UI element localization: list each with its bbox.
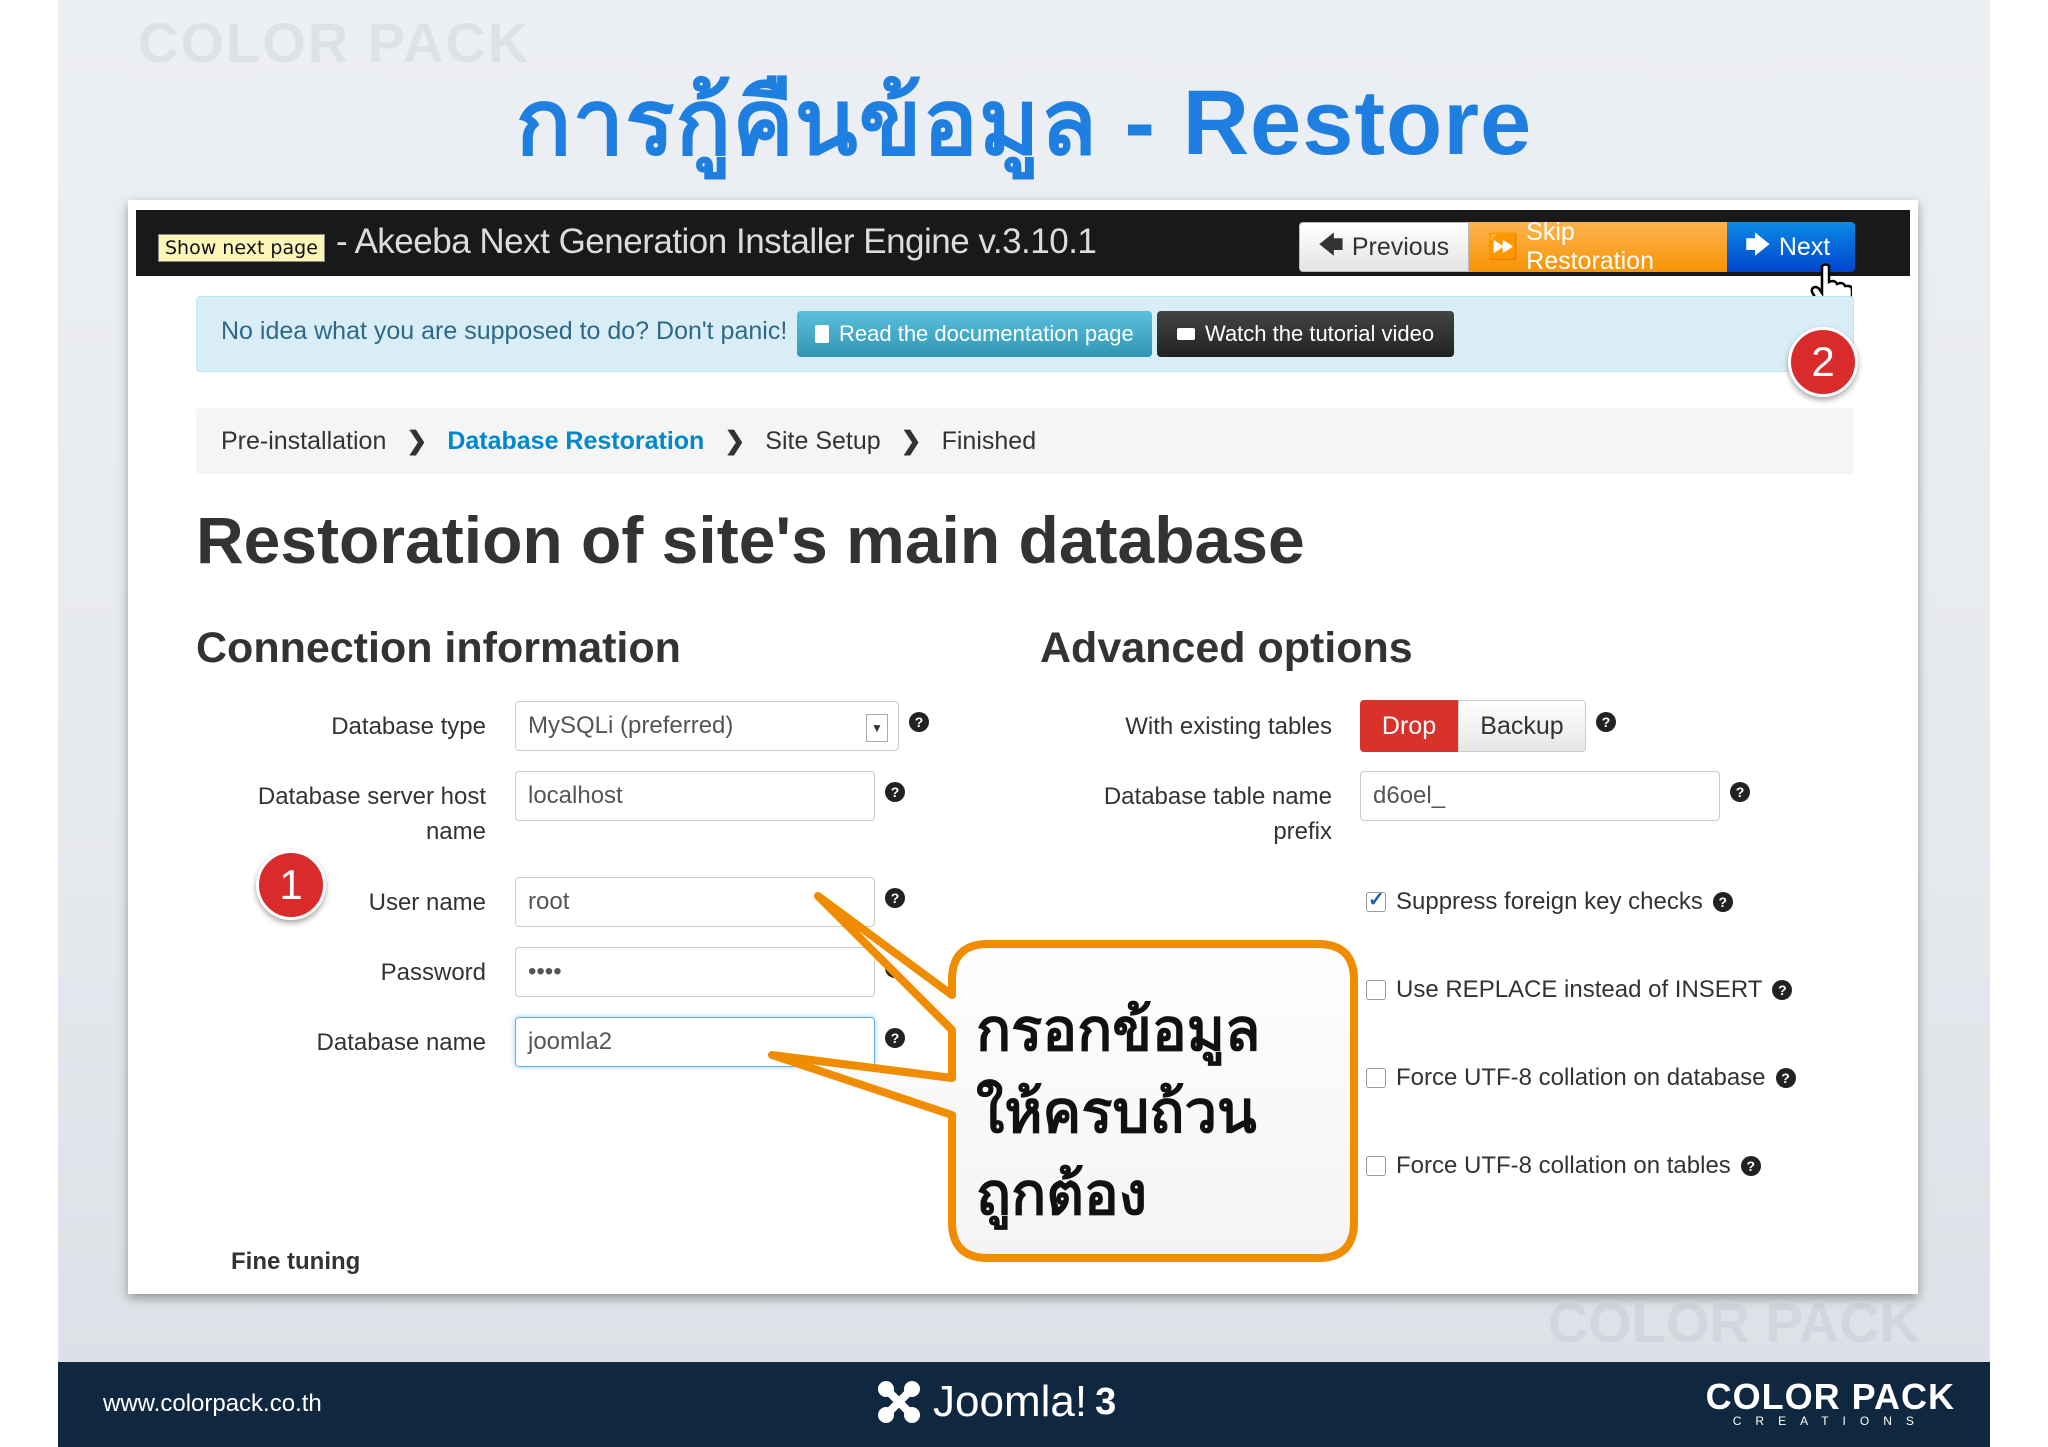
callout-line-1: กรอกข้อมูล [976, 998, 1261, 1063]
help-text: No idea what you are supposed to do? Don… [221, 317, 788, 345]
chevron-right-icon: ❯ [724, 427, 746, 455]
callout-line-2: ให้ครบถ้วน [976, 1080, 1257, 1145]
help-icon[interactable]: ? [1772, 980, 1793, 1000]
help-icon[interactable]: ? [885, 958, 905, 978]
help-icon[interactable]: ? [885, 1028, 905, 1048]
chevron-right-icon: ❯ [406, 427, 428, 455]
colorpack-brand: COLOR PACK [1705, 1376, 1955, 1417]
existing-tables-label: With existing tables [1125, 713, 1332, 740]
help-icon[interactable]: ? [1775, 1068, 1796, 1088]
watch-tutorial-label: Watch the tutorial video [1205, 321, 1435, 346]
app-title: - Akeeba Next Generation Installer Engin… [336, 222, 1097, 261]
chevron-right-icon: ❯ [900, 427, 922, 455]
page-title: Restoration of site's main database [196, 503, 1305, 577]
fine-tuning-heading: Fine tuning [231, 1248, 361, 1275]
step-marker-2: 2 [1788, 327, 1858, 397]
chevron-down-icon: ▼ [866, 714, 888, 742]
connection-section-title: Connection information [196, 624, 681, 672]
database-type-value: MySQLi (preferred) [528, 712, 734, 739]
arrow-right-icon: 🡆 [1745, 230, 1771, 259]
checkbox[interactable] [1366, 980, 1386, 1000]
help-icon[interactable]: ? [909, 712, 929, 732]
help-icon[interactable]: ? [885, 888, 905, 908]
joomla-icon [878, 1381, 920, 1423]
option-force-utf8-tables[interactable]: Force UTF-8 collation on tables ? [1366, 1152, 1761, 1180]
option-force-utf8-database[interactable]: Force UTF-8 collation on database ? [1366, 1064, 1796, 1092]
help-icon[interactable]: ? [885, 782, 905, 802]
watermark-bottom: COLOR PACK [1547, 1291, 1920, 1354]
table-prefix-label: Database table name prefix [1103, 783, 1332, 845]
slide-title: การกู้คืนข้อมูล - Restore [515, 72, 1533, 174]
help-icon[interactable]: ? [1740, 1156, 1761, 1176]
book-icon [815, 325, 829, 343]
user-name-input[interactable]: root [515, 877, 875, 927]
checkbox[interactable] [1366, 887, 1386, 912]
help-icon[interactable]: ? [1712, 892, 1733, 912]
help-icon[interactable]: ? [1596, 712, 1616, 732]
footer-bar: www.colorpack.co.th Joomla! 3 COLOR PACK… [58, 1362, 1990, 1447]
arrow-left-icon: 🡄 [1318, 230, 1344, 259]
advanced-section-title: Advanced options [1040, 624, 1413, 672]
joomla-logo: Joomla! 3 [873, 1376, 1116, 1428]
callout-text: กรอกข้อมูล ให้ครบถ้วน ถูกต้อง [976, 990, 1260, 1236]
breadcrumb: Pre-installation ❯ Database Restoration … [196, 408, 1854, 474]
backup-toggle[interactable]: Backup [1458, 700, 1586, 752]
breadcrumb-item-site-setup[interactable]: Site Setup [765, 427, 880, 456]
help-icon[interactable]: ? [1730, 782, 1750, 802]
joomla-version: 3 [1095, 1380, 1117, 1423]
breadcrumb-item-database-restoration[interactable]: Database Restoration [447, 427, 704, 456]
database-type-select[interactable]: MySQLi (preferred) ▼ [515, 701, 899, 751]
checkbox[interactable] [1366, 1068, 1386, 1088]
previous-label: Previous [1351, 232, 1450, 261]
tooltip: Show next page [158, 234, 325, 262]
callout-line-3: ถูกต้อง [976, 1162, 1148, 1227]
footer-url[interactable]: www.colorpack.co.th [103, 1390, 322, 1418]
breadcrumb-item-finished[interactable]: Finished [942, 427, 1037, 456]
read-documentation-button[interactable]: Read the documentation page [797, 311, 1152, 357]
colorpack-sub: CREATIONS [1732, 1414, 1928, 1428]
password-input[interactable]: •••• [515, 947, 875, 997]
database-type-label: Database type [331, 713, 486, 740]
database-host-label: Database server host name [257, 783, 486, 845]
skip-restoration-button[interactable]: ⏩ Skip Restoration [1469, 218, 1727, 275]
option-suppress-foreign-key[interactable]: Suppress foreign key checks ? [1366, 887, 1733, 916]
previous-button[interactable]: 🡄 Previous [1299, 222, 1469, 272]
top-toolbar: - Akeeba Next Generation Installer Engin… [136, 210, 1910, 316]
joomla-label: Joomla! [933, 1377, 1088, 1426]
drop-toggle[interactable]: Drop [1360, 700, 1458, 752]
database-host-input[interactable]: localhost [515, 771, 875, 821]
fast-forward-icon: ⏩ [1487, 232, 1519, 261]
database-name-input[interactable]: joomla2 [515, 1017, 875, 1067]
next-label: Next [1778, 232, 1831, 261]
video-camera-icon [1177, 328, 1195, 340]
watch-tutorial-button[interactable]: Watch the tutorial video [1157, 311, 1455, 357]
skip-label: Skip Restoration [1526, 218, 1654, 275]
option-use-replace[interactable]: Use REPLACE instead of INSERT ? [1366, 976, 1793, 1004]
user-name-label: User name [368, 889, 486, 916]
read-documentation-label: Read the documentation page [839, 321, 1134, 346]
colorpack-logo: COLOR PACK CREATIONS [1706, 1376, 1955, 1428]
database-name-label: Database name [316, 1029, 486, 1056]
help-alert: No idea what you are supposed to do? Don… [196, 296, 1854, 372]
checkbox[interactable] [1366, 1156, 1386, 1176]
breadcrumb-item-pre-installation[interactable]: Pre-installation [221, 427, 386, 456]
table-prefix-input[interactable]: d6oel_ [1360, 771, 1720, 821]
password-label: Password [380, 959, 486, 986]
